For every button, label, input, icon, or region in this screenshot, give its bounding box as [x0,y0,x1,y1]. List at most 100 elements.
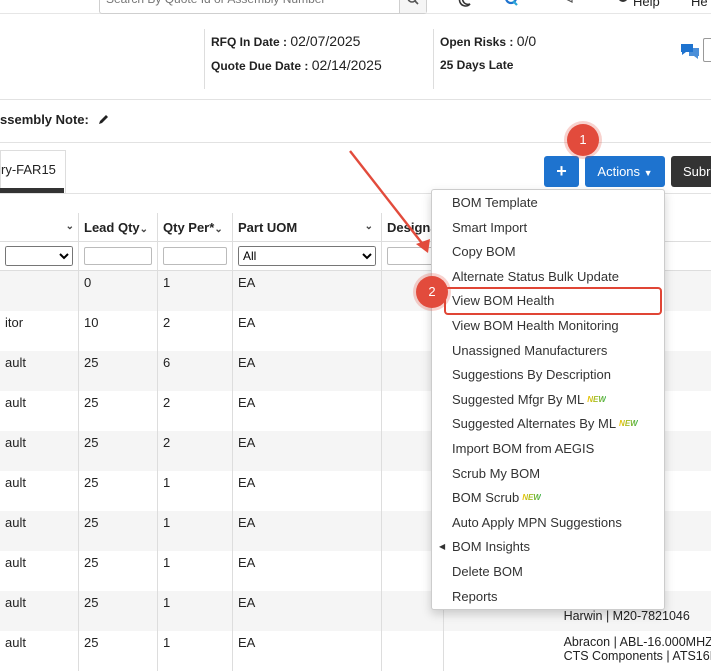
menu-item-reports[interactable]: Reports [432,585,664,610]
menu-item-import-bom-from-aegis[interactable]: Import BOM from AEGIS [432,437,664,462]
moon-icon[interactable] [456,0,472,8]
menu-item-label: Delete BOM [452,563,523,579]
rfq-in-date-value: 02/07/2025 [290,33,361,49]
cell-part-uom: EA [232,350,382,391]
cell-lead-qty: 25 [78,390,158,431]
description-filter[interactable] [5,246,73,266]
cell-mpn: Abracon | ABL-16.000MHZ CTS Components | … [443,631,711,671]
cell-qty-per: 6 [157,350,233,391]
menu-item-smart-import[interactable]: Smart Import [432,216,664,241]
menu-item-bom-template[interactable]: BOM Template [432,191,664,216]
cell-description: itor [0,310,79,351]
assembly-note: ssembly Note: [0,112,110,127]
menu-item-label: Alternate Status Bulk Update [452,268,619,284]
col-header-qty-per[interactable]: Qty Per*⌄ [157,213,233,242]
menu-item-label: Smart Import [452,219,528,235]
new-badge: NEW [619,419,638,429]
cell-part-uom: EA [232,590,382,631]
cell-description: ault [0,390,79,431]
help-icon[interactable] [615,0,631,8]
new-badge: NEW [522,493,541,503]
submit-button[interactable]: Subr [671,156,711,187]
open-risks-value: 0/0 [516,33,537,49]
add-button[interactable]: + [544,156,579,187]
menu-item-suggested-mfgr-by-ml[interactable]: Suggested Mfgr By ML NEW [432,388,664,413]
assembly-note-label: ssembly Note: [0,112,89,127]
chat-icon[interactable] [679,42,701,60]
menu-item-auto-apply-mpn-suggestions[interactable]: Auto Apply MPN Suggestions [432,511,664,536]
menu-item-alternate-status-bulk-update[interactable]: Alternate Status Bulk Update [432,265,664,290]
q-logo-icon[interactable] [503,0,519,8]
table-row[interactable]: ault 25 1 EA Abracon | ABL-16.000MHZ CTS Comp… [0,630,711,671]
menu-item-suggested-alternates-by-ml[interactable]: Suggested Alternates By ML NEW [432,412,664,437]
highlight-view-bom-health [444,287,662,315]
cell-lead-qty: 25 [78,590,158,631]
cell-part-uom: EA [232,630,382,671]
chevron-down-icon[interactable]: ⌄ [140,224,148,235]
col-header-description[interactable]: ⌄ [0,213,79,242]
chevron-down-icon[interactable]: ⌄ [214,224,222,235]
cell-description: ault [0,350,79,391]
help-link[interactable]: Help [633,0,660,9]
cell-description: ault [0,510,79,551]
menu-item-label: Suggestions By Description [452,367,611,383]
menu-item-label: BOM Scrub [452,490,520,506]
new-badge: NEW [587,394,606,404]
date-info: RFQ In Date : 02/07/2025 Quote Due Date … [204,29,382,89]
actions-button[interactable]: Actions ▼ [585,156,665,187]
cell-qty-per: 1 [157,550,233,591]
cell-qty-per: 1 [157,510,233,551]
cell-qty-per: 1 [157,470,233,511]
menu-item-unassigned-manufacturers[interactable]: Unassigned Manufacturers [432,339,664,364]
col-header-lead-qty[interactable]: Lead Qty⌄ [78,213,158,242]
cell-description: ault [0,430,79,471]
cell-lead-qty: 25 [78,550,158,591]
cell-lead-qty: 25 [78,470,158,511]
menu-item-view-bom-health-monitoring[interactable]: View BOM Health Monitoring [432,314,664,339]
cell-part-uom: EA [232,310,382,351]
menu-item-suggestions-by-description[interactable]: Suggestions By Description [432,363,664,388]
cell-qty-per: 1 [157,590,233,631]
menu-item-label: Suggested Alternates By ML [452,416,617,432]
menu-item-label: BOM Template [452,195,538,210]
side-toggle[interactable] [703,38,711,62]
cell-part-uom: EA [232,550,382,591]
cell-part-uom: EA [232,390,382,431]
mpn-line: Harwin | M20-7821046 [563,608,690,623]
lead-qty-filter[interactable] [84,247,152,265]
days-late: 25 Days Late [440,58,514,72]
cell-qty-per: 1 [157,270,233,311]
search-button[interactable] [399,0,426,13]
qty-per-filter[interactable] [163,247,227,265]
quote-search[interactable] [99,0,427,14]
menu-item-copy-bom[interactable]: Copy BOM [432,240,664,265]
cell-designator [381,630,444,671]
open-risks: Open Risks : 0/0 [440,33,537,49]
cell-description: ault [0,630,79,671]
menu-item-label: Reports [452,588,498,604]
cell-qty-per: 1 [157,630,233,671]
menu-item-label: Unassigned Manufacturers [452,342,608,358]
search-input[interactable] [100,0,402,11]
step-badge-2: 2 [416,276,448,308]
menu-item-bom-scrub[interactable]: BOM Scrub NEW [432,486,664,511]
menu-item-label: View BOM Health Monitoring [452,317,619,333]
pencil-icon[interactable] [97,113,110,126]
megaphone-icon[interactable] [562,0,578,8]
menu-item-label: Copy BOM [452,244,516,260]
help-link-2[interactable]: He [691,0,708,9]
menu-item-label: Suggested Mfgr By ML [452,391,585,407]
mpn-line: Abracon | ABL-16.000MHZ [563,634,711,649]
menu-item-label: Import BOM from AEGIS [452,440,595,456]
menu-item-bom-insights[interactable]: ◀ BOM Insights [432,535,664,560]
menu-item-label: Auto Apply MPN Suggestions [452,514,622,530]
menu-item-delete-bom[interactable]: Delete BOM [432,560,664,585]
chevron-down-icon[interactable]: ⌄ [66,221,74,232]
tab-label: ry-FAR15 [1,162,56,177]
menu-item-label: Scrub My BOM [452,465,541,481]
caret-down-icon: ▼ [643,168,653,178]
cell-description: ault [0,470,79,511]
rfq-in-date: RFQ In Date : 02/07/2025 [211,33,361,49]
menu-item-scrub-my-bom[interactable]: Scrub My BOM [432,462,664,487]
cell-description [0,270,79,311]
